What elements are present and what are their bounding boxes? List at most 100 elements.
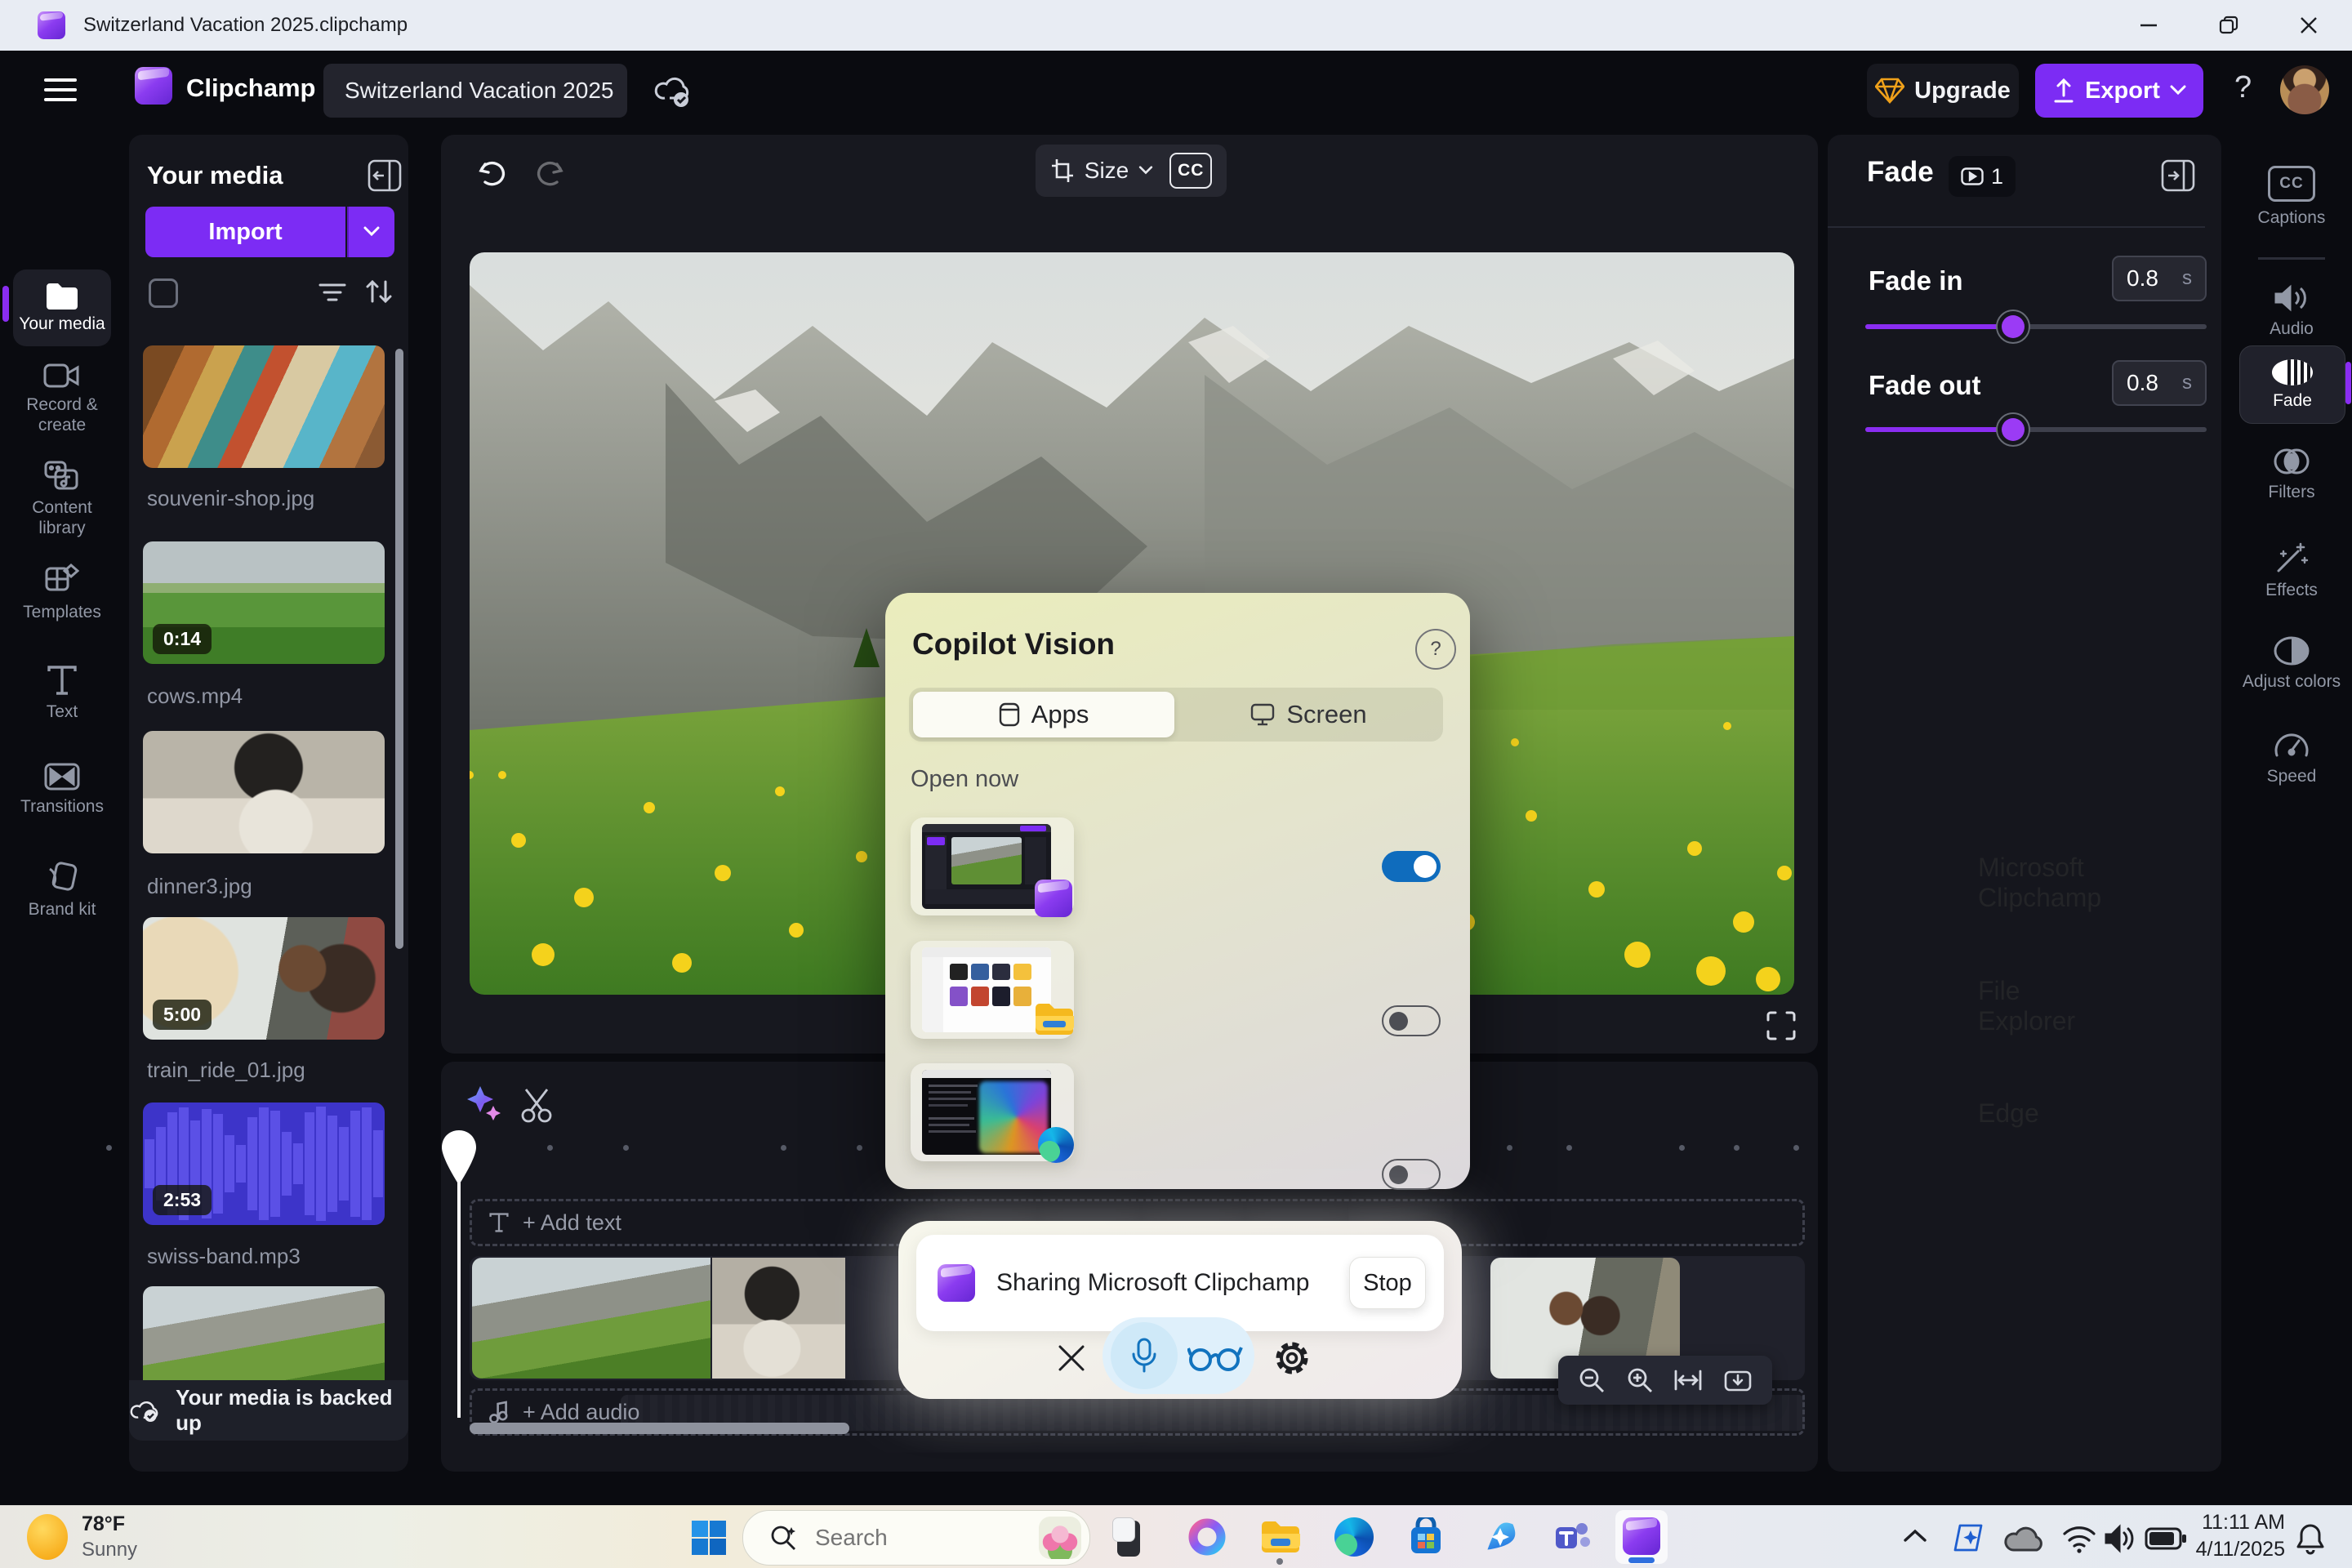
import-options-button[interactable] — [347, 207, 394, 257]
fade-in-slider-thumb[interactable] — [1996, 310, 2030, 344]
media-item-swiss-band[interactable]: 2:53 — [143, 1102, 385, 1225]
copilot-vision-dialog: Copilot Vision ? Apps Screen Open now — [885, 593, 1470, 1189]
fit-to-width-icon[interactable] — [1673, 1368, 1703, 1392]
file-explorer-taskbar-icon[interactable] — [1259, 1517, 1300, 1555]
microphone-button[interactable] — [1111, 1322, 1178, 1389]
sidebar-item-brand-kit[interactable]: Brand kit — [8, 861, 116, 920]
collapse-panel-button[interactable] — [368, 159, 402, 192]
help-button[interactable]: ? — [2234, 70, 2252, 105]
section-label: Open now — [911, 766, 1018, 793]
sidebar-item-content-library[interactable]: Content library — [8, 461, 116, 539]
redo-button[interactable] — [532, 158, 565, 190]
media-item-partial[interactable] — [143, 1286, 385, 1380]
volume-tray-icon[interactable] — [2104, 1524, 2138, 1553]
sidebar-item-templates[interactable]: Templates — [8, 564, 116, 623]
zoom-in-icon[interactable] — [1626, 1366, 1654, 1394]
tab-speed[interactable]: Speed — [2238, 731, 2345, 787]
sidebar-item-your-media[interactable]: Your media — [13, 270, 111, 346]
close-copilot-button[interactable] — [1057, 1343, 1086, 1373]
import-button[interactable]: Import — [145, 207, 345, 257]
ai-suggestions-button[interactable] — [464, 1083, 506, 1125]
m365-copilot-icon[interactable] — [1481, 1517, 1520, 1557]
playhead-handle[interactable] — [442, 1130, 476, 1186]
onedrive-tray-icon[interactable] — [2002, 1524, 2045, 1553]
copilot-app-icon[interactable] — [1187, 1517, 1227, 1557]
phone-link-icon[interactable] — [1109, 1517, 1148, 1557]
size-dropdown[interactable]: Size — [1050, 158, 1153, 184]
timeline-clip-grass[interactable] — [847, 1258, 901, 1379]
collapse-panel-button[interactable] — [2161, 159, 2195, 192]
captions-toggle-button[interactable]: CC — [1169, 153, 1212, 189]
close-button[interactable] — [2283, 0, 2334, 51]
teams-taskbar-icon[interactable] — [1552, 1517, 1592, 1557]
import-label: Import — [208, 219, 282, 246]
playhead-line[interactable] — [457, 1183, 461, 1418]
clip-count-badge: 1 — [1949, 156, 2016, 197]
tab-filters[interactable]: Filters — [2238, 447, 2345, 503]
tab-adjust-colors[interactable]: Adjust colors — [2238, 636, 2345, 693]
toggle-file-explorer[interactable] — [1382, 1005, 1441, 1036]
media-item-train-ride[interactable]: 5:00 — [143, 917, 385, 1040]
zoom-out-icon[interactable] — [1578, 1366, 1606, 1394]
tab-captions[interactable]: CC Captions — [2238, 166, 2345, 229]
tab-screen[interactable]: Screen — [1174, 692, 1443, 737]
tab-label: Audio — [2270, 319, 2314, 340]
tab-audio[interactable]: Audio — [2238, 283, 2345, 340]
weather-temperature[interactable]: 78°F — [82, 1512, 125, 1536]
snap-icon[interactable] — [1723, 1367, 1753, 1393]
scrollbar[interactable] — [395, 349, 403, 949]
timeline-clip-meadow[interactable] — [472, 1258, 710, 1379]
filter-button[interactable] — [318, 282, 346, 303]
active-indicator — [2345, 362, 2351, 404]
tab-fade[interactable]: Fade — [2239, 345, 2345, 424]
tab-apps[interactable]: Apps — [913, 692, 1174, 737]
media-item-souvenir[interactable] — [143, 345, 385, 468]
timeline-scrollbar[interactable] — [470, 1423, 849, 1434]
undo-button[interactable] — [477, 158, 510, 190]
avatar[interactable] — [2280, 65, 2329, 114]
notification-bell-icon[interactable] — [2295, 1522, 2326, 1555]
search-input[interactable] — [813, 1524, 996, 1552]
tray-chevron-up[interactable] — [1903, 1527, 1927, 1544]
toggle-edge[interactable] — [1382, 1159, 1441, 1190]
start-button[interactable] — [690, 1519, 728, 1557]
search-box[interactable] — [742, 1510, 1090, 1566]
weather-condition[interactable]: Sunny — [82, 1539, 137, 1561]
fade-out-value-field[interactable]: 0.8 s — [2112, 360, 2207, 406]
copilot-settings-button[interactable] — [1272, 1339, 1312, 1378]
weather-sun-icon[interactable] — [27, 1514, 68, 1560]
media-item-cows[interactable]: 0:14 — [143, 541, 385, 664]
dialog-help-button[interactable]: ? — [1415, 629, 1456, 670]
fade-out-slider-thumb[interactable] — [1996, 412, 2030, 447]
timeline-clip-dinner[interactable] — [712, 1258, 845, 1379]
split-scissors-button[interactable] — [519, 1086, 555, 1124]
media-panel-title: Your media — [147, 161, 283, 190]
media-item-dinner[interactable] — [143, 731, 385, 853]
project-name-field[interactable]: Switzerland Vacation 2025 — [323, 64, 627, 118]
copilot-vision-glasses-button[interactable] — [1183, 1332, 1251, 1381]
tab-effects[interactable]: Effects — [2238, 541, 2345, 601]
toggle-clipchamp[interactable] — [1382, 851, 1441, 882]
wifi-tray-icon[interactable] — [2061, 1524, 2097, 1553]
battery-tray-icon[interactable] — [2145, 1527, 2187, 1550]
edge-taskbar-icon[interactable] — [1334, 1517, 1374, 1557]
hamburger-menu-button[interactable] — [41, 72, 80, 108]
sort-button[interactable] — [364, 278, 394, 305]
sidebar-item-text[interactable]: Text — [8, 665, 116, 723]
tab-label: Apps — [1031, 700, 1089, 729]
export-button[interactable]: Export — [2035, 64, 2203, 118]
fade-in-value-field[interactable]: 0.8 s — [2112, 256, 2207, 301]
select-all-checkbox[interactable] — [149, 278, 178, 308]
restore-button[interactable] — [2203, 0, 2254, 51]
clipchamp-taskbar-active[interactable] — [1615, 1510, 1668, 1564]
copilot-tray-icon[interactable] — [1953, 1521, 1988, 1555]
tray-clock[interactable]: 11:11 AM 4/11/2025 — [2194, 1511, 2285, 1561]
sidebar-item-record-create[interactable]: Record & create — [8, 363, 116, 436]
upgrade-button[interactable]: Upgrade — [1867, 64, 2019, 118]
export-icon — [2052, 78, 2075, 104]
fullscreen-button[interactable] — [1766, 1010, 1797, 1041]
stop-sharing-button[interactable]: Stop — [1349, 1257, 1426, 1309]
store-taskbar-icon[interactable] — [1406, 1517, 1446, 1557]
minimize-button[interactable] — [2123, 0, 2174, 51]
sidebar-item-transitions[interactable]: Transitions — [8, 763, 116, 817]
